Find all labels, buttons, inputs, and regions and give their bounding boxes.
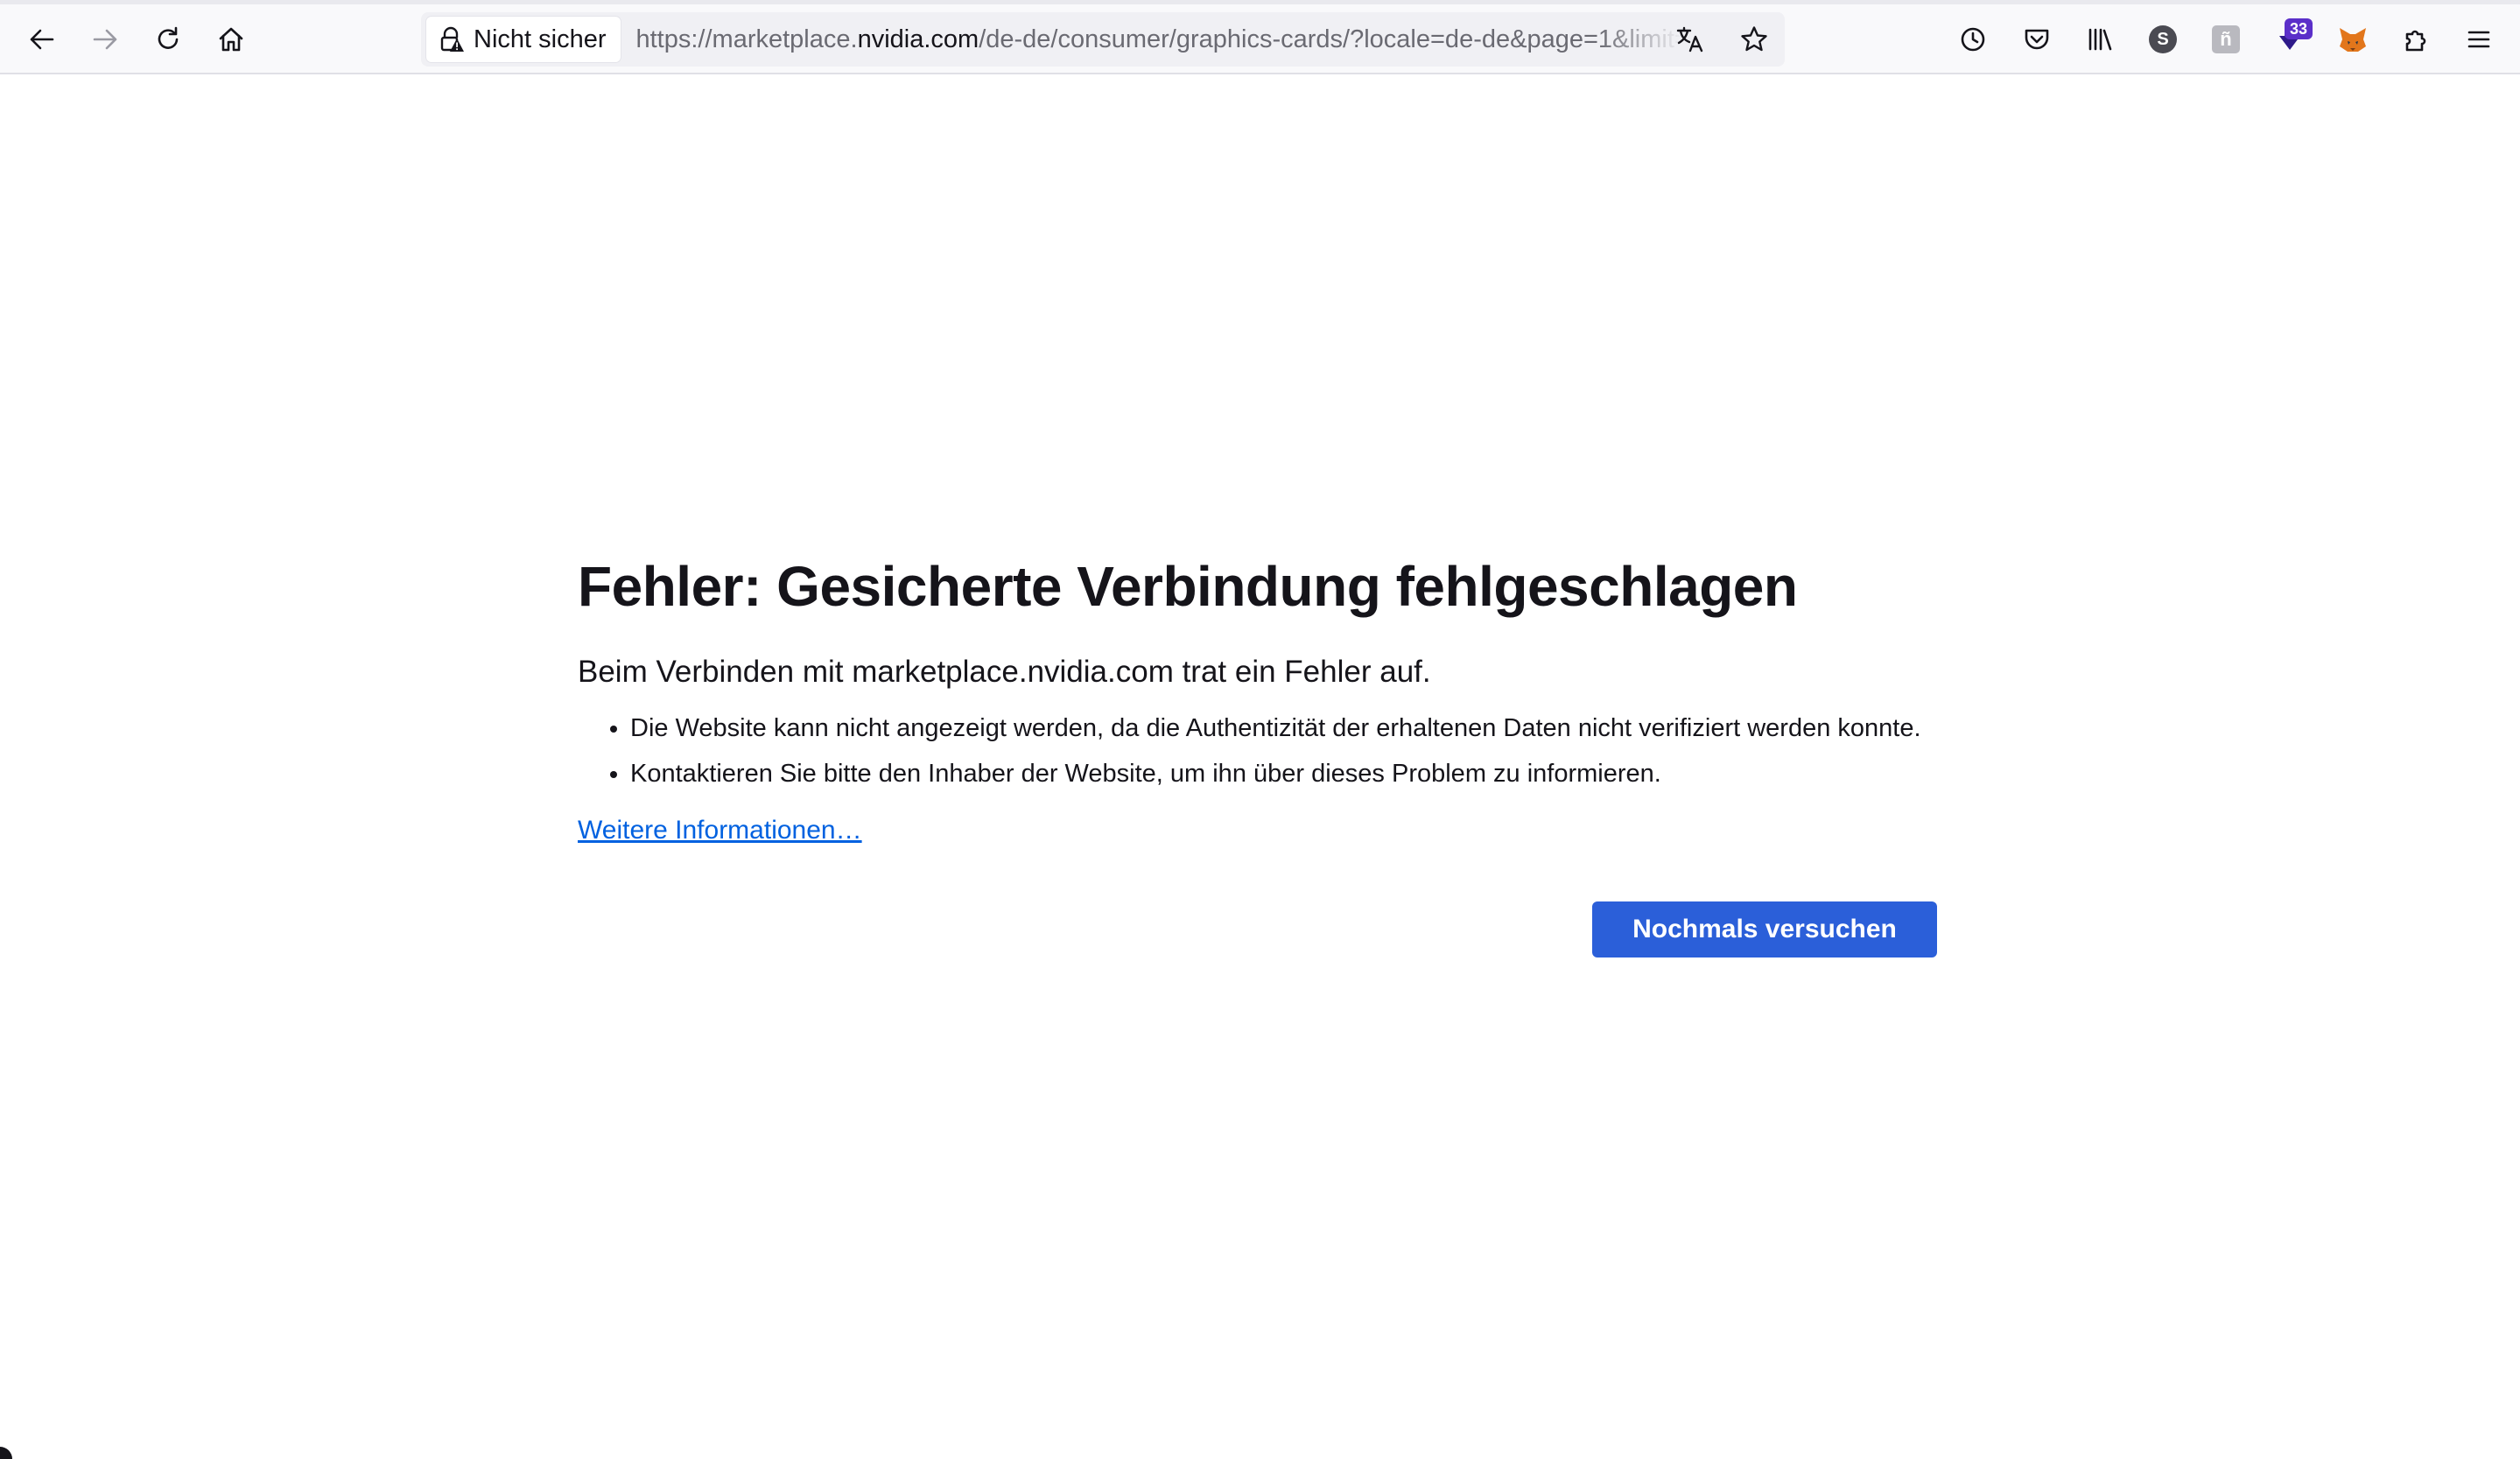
arrow-right-icon: [93, 29, 117, 50]
url-prefix: https://marketplace.: [635, 25, 858, 53]
error-reasons-list: Die Website kann nicht angezeigt werden,…: [578, 712, 1937, 790]
app-menu-button[interactable]: [2454, 15, 2503, 64]
extension-badge-count: 33: [2284, 18, 2313, 39]
browser-toolbar: Nicht sicher https://marketplace.nvidia.…: [0, 4, 2520, 74]
list-item: Die Website kann nicht angezeigt werden,…: [630, 712, 1937, 745]
puzzle-icon: [2405, 30, 2426, 52]
back-button[interactable]: [18, 15, 67, 64]
extension-translate-button[interactable]: ñ: [2201, 15, 2250, 64]
library-icon: [2088, 28, 2112, 51]
hamburger-menu-icon: [2467, 31, 2490, 48]
reload-icon: [158, 26, 179, 49]
bookmark-button[interactable]: [1730, 16, 1778, 63]
translate-icon: [1676, 26, 1703, 53]
page-title: Fehler: Gesicherte Verbindung fehlgeschl…: [578, 555, 1798, 618]
reload-button[interactable]: [144, 15, 193, 64]
extension-translate-icon: ñ: [2212, 25, 2240, 53]
url-bar[interactable]: Nicht sicher https://marketplace.nvidia.…: [421, 12, 1785, 67]
extension-download-button[interactable]: 33: [2265, 15, 2314, 64]
home-icon: [219, 27, 243, 52]
extension-s-label: S: [2157, 29, 2169, 49]
clock-icon: [1961, 27, 1985, 52]
extensions-button[interactable]: [2391, 15, 2440, 64]
library-button[interactable]: [2075, 15, 2124, 64]
arrow-left-icon: [30, 29, 54, 50]
learn-more-link[interactable]: Weitere Informationen…: [578, 816, 862, 845]
extension-s-icon: S: [2149, 25, 2177, 53]
insecure-lock-icon: [440, 26, 464, 52]
history-button[interactable]: [1948, 15, 1997, 64]
try-again-button[interactable]: Nochmals versuchen: [1592, 901, 1937, 957]
url-text[interactable]: https://marketplace.nvidia.com/de-de/con…: [636, 25, 1682, 54]
extension-s-button[interactable]: S: [2138, 15, 2187, 64]
forward-button[interactable]: [81, 15, 130, 64]
list-item: Kontaktieren Sie bitte den Inhaber der W…: [630, 758, 1937, 790]
error-intro: Beim Verbinden mit marketplace.nvidia.co…: [578, 655, 1431, 689]
metamask-button[interactable]: [2328, 15, 2377, 64]
translate-button[interactable]: [1667, 16, 1714, 63]
pocket-icon: [2025, 29, 2049, 50]
star-icon: [1741, 26, 1767, 52]
extension-translate-label: ñ: [2220, 28, 2232, 50]
window-corner: [0, 1447, 12, 1459]
button-row: Nochmals versuchen: [578, 901, 1937, 957]
site-identity-button[interactable]: Nicht sicher: [426, 17, 621, 62]
error-page: Fehler: Gesicherte Verbindung fehlgeschl…: [578, 551, 1937, 957]
url-path: /de-de/consumer/graphics-cards/?locale=d…: [979, 25, 1682, 53]
pocket-button[interactable]: [2012, 15, 2061, 64]
fox-icon: [2340, 28, 2366, 52]
url-host: nvidia.com: [857, 25, 979, 53]
home-button[interactable]: [207, 15, 256, 64]
not-secure-label: Nicht sicher: [474, 25, 607, 53]
download-arrow-icon: 33: [2274, 18, 2313, 55]
